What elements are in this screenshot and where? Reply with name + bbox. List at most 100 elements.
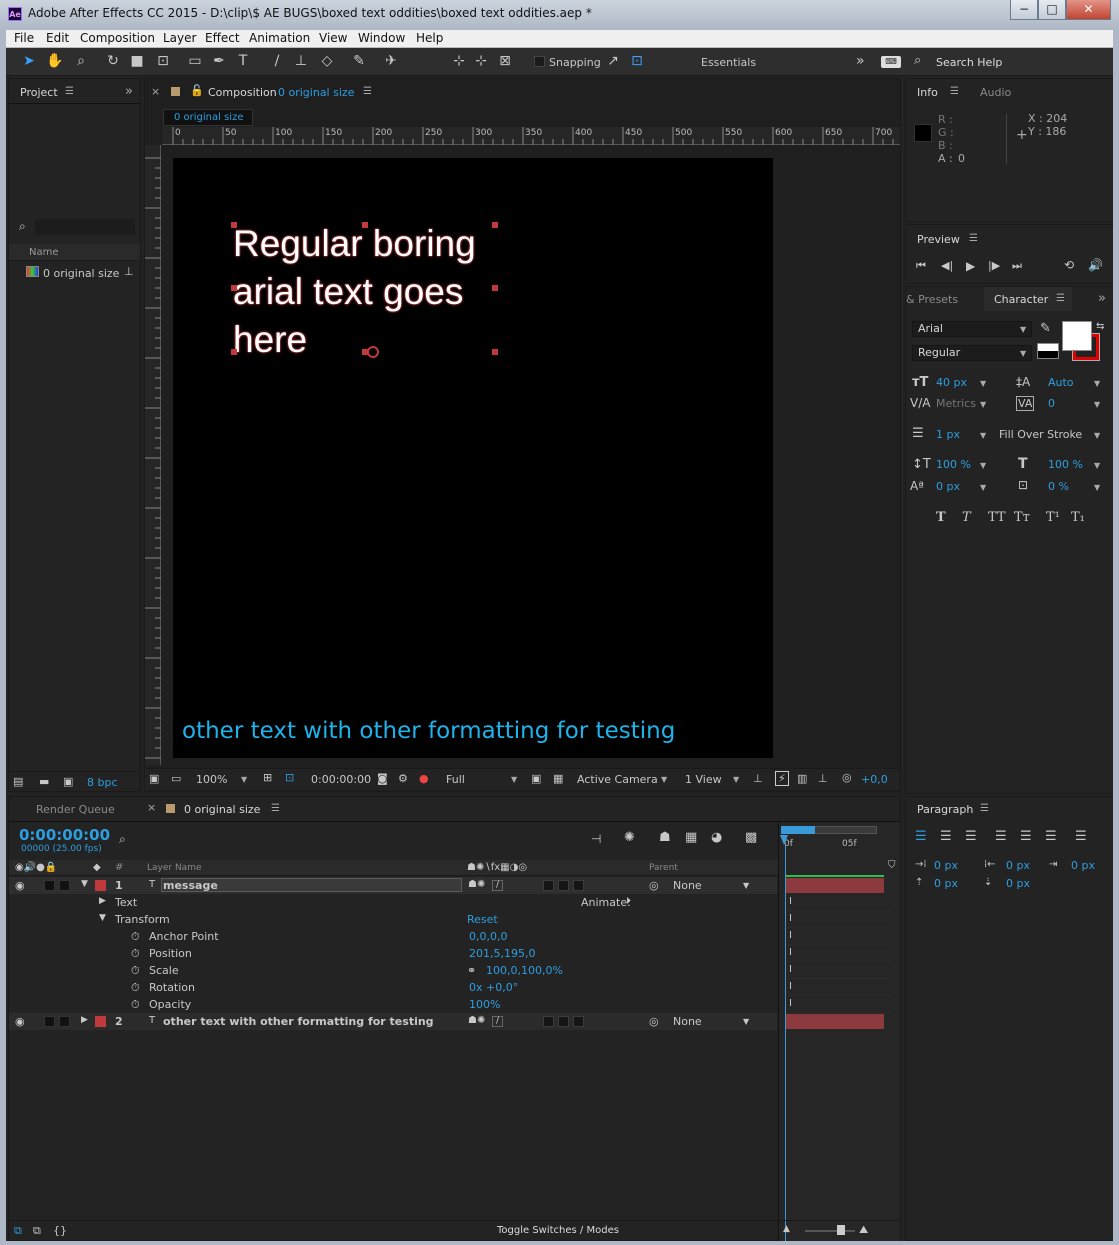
transparency-grid-icon[interactable]: ▦ [553,772,563,785]
stopwatch-icon[interactable]: ⏱ [131,947,140,961]
font-family-dropdown[interactable]: Arial [912,321,1032,337]
minimize-button[interactable]: − [1010,0,1038,20]
space-after-value[interactable]: 0 px [1006,877,1030,890]
menu-layer[interactable]: Layer [163,31,196,45]
tab-character[interactable]: Character [994,293,1048,306]
hand-tool-icon[interactable]: ✋ [46,52,64,70]
tab-project[interactable]: Project [20,86,58,99]
graph-editor-icon[interactable]: ▩ [745,830,757,845]
project-search-input[interactable] [35,219,135,235]
close-comp-tab-icon[interactable]: × [151,85,160,98]
table-row[interactable]: ◉ ▼ 1 T message ☗✺ / ◎ None ▼ [9,877,777,894]
close-button[interactable]: ✕ [1066,0,1111,20]
bbox-handle-mr[interactable] [492,285,498,291]
bbox-handle-ml[interactable] [231,285,237,291]
keyframe-nav-icon[interactable]: I [789,964,792,975]
switch-box[interactable] [573,880,584,891]
maximize-button[interactable]: □ [1038,0,1066,20]
property-value[interactable]: 100,0,100,0% [486,964,563,977]
camera-view-dropdown[interactable]: Active Camera [577,773,658,786]
flowchart-icon[interactable]: ⊥ [124,265,134,278]
next-frame-icon[interactable]: |▶ [988,259,1000,272]
magnification-dropdown[interactable]: 100% [196,773,227,786]
timeline-timecode[interactable]: 0:00:00:00 [19,826,110,844]
justify-left-icon[interactable]: ☰ [995,829,1007,844]
camera-tool-icon[interactable]: ■ [128,52,146,70]
keyframe-track[interactable]: I [787,911,892,928]
comp-marker-bin-icon[interactable]: ⛉ [888,860,896,871]
vertical-scale-value[interactable]: 100 % [936,458,971,471]
interpret-footage-icon[interactable]: ▤ [13,775,23,788]
tab-render-queue[interactable]: Render Queue [36,803,115,816]
switch-box[interactable] [558,1016,569,1027]
zoom-slider[interactable] [805,1230,855,1232]
keyframe-track[interactable]: I [787,945,892,962]
bpc-toggle[interactable]: 8 bpc [87,776,118,789]
monitor-icon[interactable]: ▭ [171,772,181,785]
keyframe-nav-icon[interactable]: I [789,913,792,924]
shy-layers-icon[interactable]: ☗ [659,830,671,845]
comp-flowchart-icon[interactable]: ⊥ [818,772,828,785]
faux-bold-button[interactable]: T [936,510,946,525]
zoom-out-icon[interactable]: ▲ [783,1224,790,1234]
keyframe-nav-icon[interactable]: I [789,947,792,958]
keyframe-track[interactable]: I [787,962,892,979]
pan-behind-tool-icon[interactable]: ⊡ [154,52,172,70]
column-parent[interactable]: Parent [649,863,678,873]
reset-exposure-icon[interactable]: ◎ [842,771,852,784]
switch-box[interactable] [558,880,569,891]
property-value[interactable]: 0,0,0,0 [469,930,507,943]
rectangle-tool-icon[interactable]: ▭ [186,52,204,70]
tracking-value[interactable]: 0 [1048,397,1055,410]
pickwhip-icon[interactable]: ◎ [649,1015,659,1028]
baseline-shift-value[interactable]: 0 px [936,480,960,493]
project-overflow-icon[interactable]: » [125,84,133,99]
view-axis-icon[interactable]: ⊠ [496,52,514,70]
video-toggle-icon[interactable]: ◉ [15,879,25,892]
toggle-mask-icon[interactable]: ⊡ [285,771,294,784]
property-value[interactable]: 201,5,195,0 [469,947,535,960]
stopwatch-icon[interactable]: ⏱ [131,964,140,978]
fast-previews-icon[interactable]: ⚡ [775,771,789,786]
indent-first-value[interactable]: 0 px [1071,859,1095,872]
anchor-point-icon[interactable] [367,346,379,358]
all-caps-button[interactable]: TT [988,510,1006,525]
parent-dropdown[interactable]: None [673,879,702,892]
frame-blending-icon[interactable]: ▦ [685,830,697,845]
roto-brush-tool-icon[interactable]: ✎ [350,52,368,70]
motion-blur-icon[interactable]: ◕ [711,830,722,845]
switch-box[interactable] [573,1016,584,1027]
timeline-search-icon[interactable]: ⌕ [119,832,126,847]
layer-label-color[interactable] [95,880,106,891]
column-layer-name[interactable]: Layer Name [147,863,202,873]
play-icon[interactable]: ▶ [966,259,975,273]
keyframe-track[interactable]: I [787,928,892,945]
world-axis-icon[interactable]: ⊹ [472,52,490,70]
layer-expand-icon[interactable]: ▼ [81,879,88,889]
show-snapshot-icon[interactable]: ⚙ [398,772,408,785]
align-right-icon[interactable]: ☰ [965,829,977,844]
eraser-tool-icon[interactable]: ◇ [318,52,336,70]
align-center-icon[interactable]: ☰ [940,829,952,844]
table-row[interactable]: ◉ ▶ 2 T other text with other formatting… [9,1013,777,1030]
layer-label-color[interactable] [95,1016,106,1027]
tab-composition-label[interactable]: Composition [208,86,277,99]
indent-left-value[interactable]: 0 px [934,859,958,872]
pen-tool-icon[interactable]: ✒ [210,52,228,70]
column-number[interactable]: # [115,862,123,873]
current-time-display[interactable]: 0:00:00:00 [311,773,371,786]
menu-file[interactable]: File [14,31,34,45]
comp-mini-flowchart-icon[interactable]: ⊣ [591,832,601,846]
table-row[interactable]: ▼ Transform Reset [9,911,777,928]
horizontal-scale-value[interactable]: 100 % [1048,458,1083,471]
pickwhip-icon[interactable]: ◎ [649,879,659,892]
project-item[interactable]: 0 original size ⊥ [9,264,140,282]
zoom-in-icon[interactable]: ⛰ [859,1223,868,1237]
character-overflow-icon[interactable]: » [1098,291,1106,306]
menu-animation[interactable]: Animation [249,31,310,45]
lock-box[interactable] [59,1016,70,1027]
region-of-interest-icon[interactable]: ▣ [531,772,541,785]
space-before-value[interactable]: 0 px [934,877,958,890]
superscript-button[interactable]: T¹ [1046,510,1060,525]
toggle-pixel-aspect-icon[interactable]: ⊥ [753,772,763,785]
